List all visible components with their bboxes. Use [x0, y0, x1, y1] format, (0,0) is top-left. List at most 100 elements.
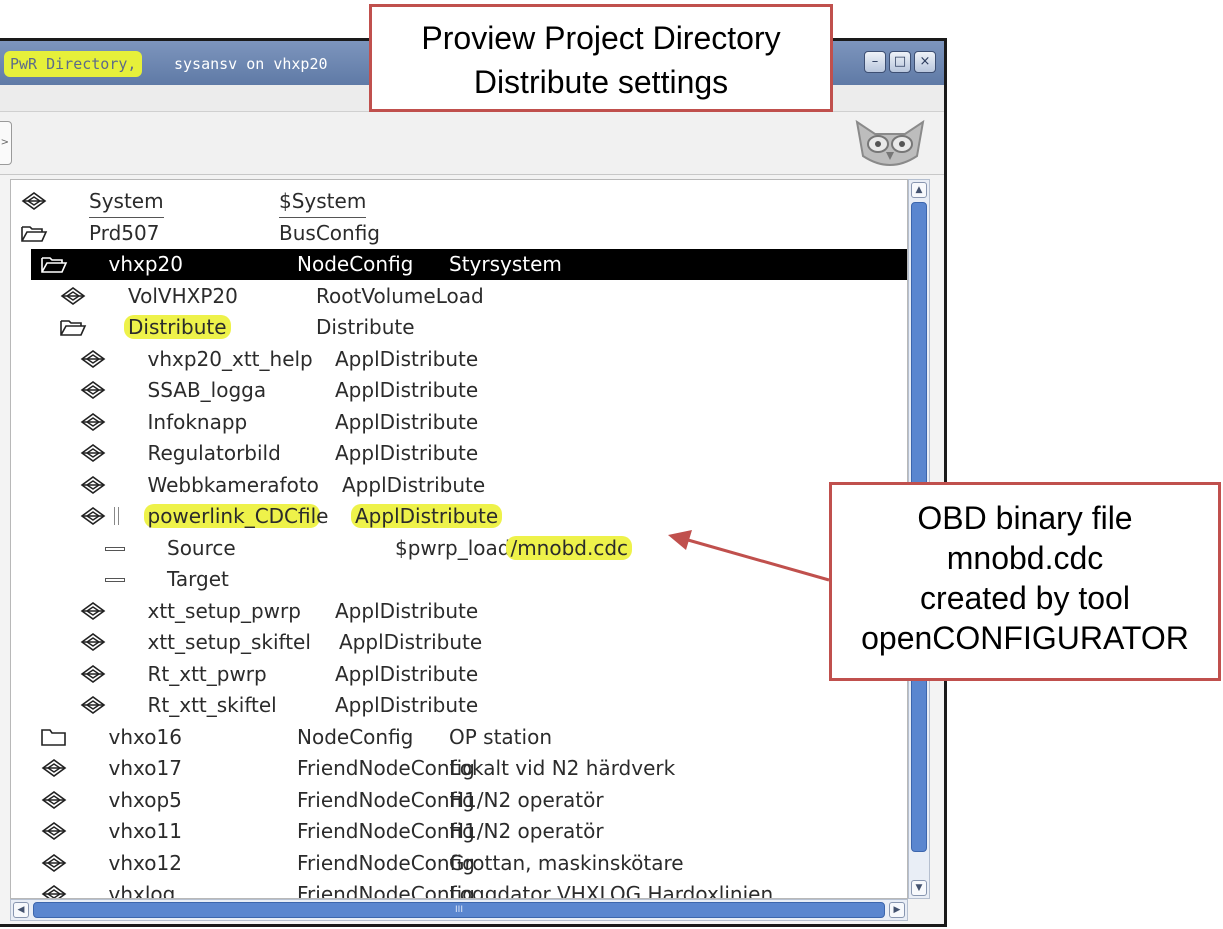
tree-row[interactable]: vhxlog FriendNodeConfig Loggdator VHXLOG H…: [11, 879, 907, 899]
tree-row[interactable]: powerlink_CDCfile ApplDistribute: [11, 501, 907, 532]
tree-row[interactable]: vhxo16 NodeConfig OP station: [11, 722, 907, 753]
tree-row[interactable]: Prd507 BusConfig: [11, 218, 907, 250]
object-name: vhxop5: [108, 787, 182, 812]
open-folder-icon[interactable]: [39, 252, 69, 276]
tree-row[interactable]: xtt_setup_pwrp ApplDistribute: [11, 596, 907, 627]
maximize-button[interactable]: □: [889, 51, 911, 73]
object-class: ApplDistribute: [335, 378, 479, 402]
annotation-callout-right: OBD binary file mnobd.cdc created by too…: [829, 482, 1221, 681]
callout-right-line3: created by tool: [920, 580, 1130, 616]
window-title: sysansv on vhxp20: [174, 55, 328, 73]
object-icon[interactable]: [78, 504, 108, 528]
object-icon[interactable]: [78, 473, 108, 497]
object-name: Source: [167, 535, 236, 560]
scroll-up-arrow[interactable]: ▲: [911, 182, 927, 198]
object-icon[interactable]: [58, 284, 88, 308]
object-icon[interactable]: [78, 693, 108, 717]
object-tree[interactable]: System $System Prd507 BusConfig vhxp20 NodeCo…: [10, 179, 908, 899]
tree-row[interactable]: Distribute Distribute: [11, 312, 907, 343]
object-class: ApplDistribute: [335, 661, 479, 686]
callout-right-line4: openCONFIGURATOR: [861, 620, 1189, 656]
object-class: NodeConfig: [297, 724, 414, 749]
object-icon[interactable]: [78, 378, 108, 402]
object-name: vhxlog: [108, 882, 176, 899]
tree-row[interactable]: vhxop5 FriendNodeConfig H1/N2 operatör: [11, 785, 907, 816]
tree-row[interactable]: vhxp20_xtt_help ApplDistribute: [11, 344, 907, 375]
object-name: xtt_setup_pwrp: [147, 598, 301, 623]
object-description: H1/N2 operatör: [449, 787, 604, 812]
object-class-highlight: ApplDistribute: [351, 504, 503, 528]
object-class: BusConfig: [279, 218, 380, 250]
object-name: Target: [167, 567, 229, 591]
object-name: Distribute: [124, 312, 231, 343]
object-icon[interactable]: [39, 788, 69, 812]
object-class: RootVolumeLoad: [316, 283, 484, 308]
closed-folder-icon[interactable]: [39, 725, 69, 749]
open-folder-icon[interactable]: [19, 221, 49, 245]
object-name: Rt_xtt_skiftel: [147, 693, 277, 717]
attribute-value-highlight: /mnobd.cdc: [506, 535, 633, 560]
callout-top-line1: Proview Project Directory: [421, 20, 781, 56]
object-name: Infoknapp: [147, 409, 248, 434]
toolbar-button[interactable]: >: [0, 121, 12, 165]
attribute-row[interactable]: Source $pwrp_load/mnobd.cdc: [11, 533, 907, 564]
tree-row[interactable]: SSAB_logga ApplDistribute: [11, 375, 907, 406]
object-description: Styrsystem: [449, 252, 562, 276]
tree-row[interactable]: vhxo11 FriendNodeConfig H1/N2 operatör: [11, 816, 907, 847]
object-class: ApplDistribute: [351, 501, 503, 532]
object-name-highlight: powerlink_CDCfil: [143, 504, 321, 528]
object-name: SSAB_logga: [147, 378, 267, 402]
object-icon[interactable]: [78, 441, 108, 465]
object-icon[interactable]: [39, 819, 69, 843]
scroll-right-arrow[interactable]: ▶: [889, 902, 905, 918]
object-icon[interactable]: [19, 189, 49, 213]
tree-row[interactable]: vhxo17 FriendNodeConfig Lokalt vid N2 härd…: [11, 753, 907, 784]
object-icon[interactable]: [78, 662, 108, 686]
scroll-down-arrow[interactable]: ▼: [911, 880, 927, 896]
object-name: Regulatorbild: [147, 441, 281, 465]
object-name: vhxo12: [108, 850, 182, 875]
tree-row[interactable]: Rt_xtt_skiftel ApplDistribute: [11, 690, 907, 721]
attribute-expand-marker: [114, 507, 119, 525]
object-class: ApplDistribute: [335, 441, 479, 465]
callout-right-line1: OBD binary file: [917, 500, 1133, 536]
object-description: Lokalt vid N2 härdverk: [449, 756, 676, 780]
callout-right-line2: mnobd.cdc: [946, 540, 1104, 576]
tree-row[interactable]: xtt_setup_skiftel ApplDistribute: [11, 627, 907, 658]
horizontal-scrollbar[interactable]: ◀ III ▶: [10, 899, 908, 921]
tree-row[interactable]: Rt_xtt_pwrp ApplDistribute: [11, 659, 907, 690]
object-icon[interactable]: [39, 756, 69, 780]
tree-row[interactable]: Infoknapp ApplDistribute: [11, 407, 907, 438]
tree-row[interactable]: vhxo12 FriendNodeConfig Grottan, maskinskö…: [11, 848, 907, 879]
object-name: Prd507: [89, 218, 160, 250]
close-button[interactable]: ×: [914, 51, 936, 73]
object-class: ApplDistribute: [335, 598, 479, 623]
object-class: ApplDistribute: [339, 630, 483, 654]
tree-row[interactable]: VolVHXP20 RootVolumeLoad: [11, 281, 907, 312]
object-class: Distribute: [316, 315, 415, 339]
window-title-highlight: PwR Directory,: [4, 51, 143, 77]
tree-row[interactable]: System $System: [11, 186, 907, 218]
object-icon[interactable]: [78, 347, 108, 371]
horizontal-scroll-thumb[interactable]: III: [33, 902, 885, 918]
object-icon[interactable]: [78, 599, 108, 623]
attribute-row[interactable]: Target: [11, 564, 907, 595]
minimize-button[interactable]: –: [864, 51, 886, 73]
tree-row[interactable]: Webbkamerafoto ApplDistribute: [11, 470, 907, 501]
tree-row[interactable]: vhxp20 NodeConfig Styrsystem: [31, 249, 907, 280]
open-folder-icon[interactable]: [58, 315, 88, 339]
object-class: ApplDistribute: [342, 472, 486, 497]
object-icon[interactable]: [78, 630, 108, 654]
scroll-left-arrow[interactable]: ◀: [13, 902, 29, 918]
tree-row[interactable]: Regulatorbild ApplDistribute: [11, 438, 907, 469]
window-controls: – □ ×: [864, 51, 936, 73]
callout-top-line2: Distribute settings: [473, 64, 729, 100]
object-description: OP station: [449, 724, 552, 749]
object-icon[interactable]: [78, 410, 108, 434]
proview-window: PwR Directory, sysansv on vhxp20 – □ × >…: [0, 38, 947, 927]
object-name: Rt_xtt_pwrp: [147, 661, 267, 686]
object-name: xtt_setup_skiftel: [147, 630, 311, 654]
object-icon[interactable]: [39, 851, 69, 875]
object-description: H1/N2 operatör: [449, 819, 604, 843]
object-icon[interactable]: [39, 882, 69, 898]
